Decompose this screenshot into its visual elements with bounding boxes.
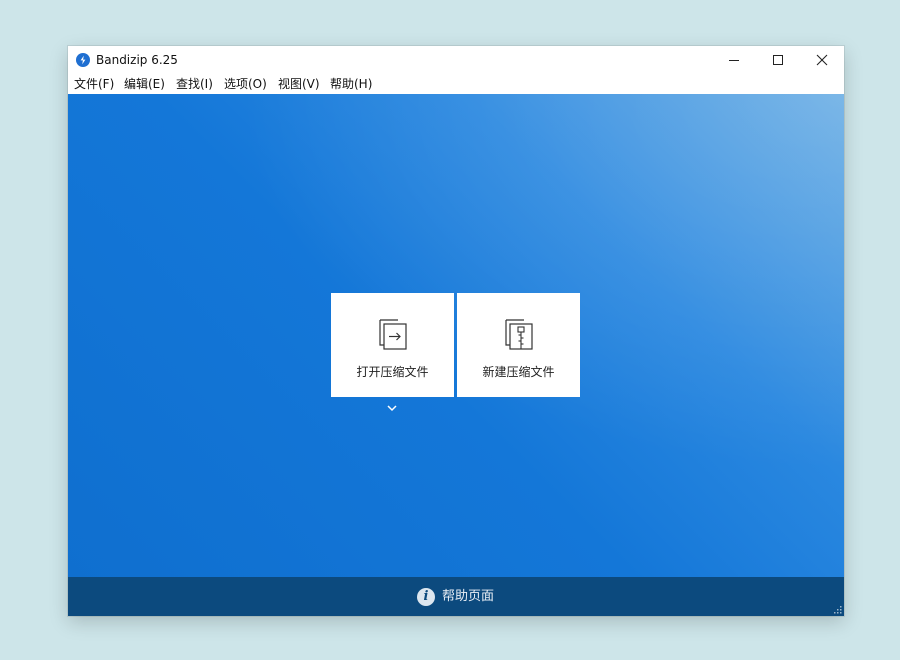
bandizip-window: Bandizip 6.25 文件(F) 编辑(E) 查找(I) 选项(O) 视图… xyxy=(68,46,844,616)
footer-bar: i 帮助页面 xyxy=(68,577,844,616)
menu-view[interactable]: 视图(V) xyxy=(278,76,320,92)
open-archive-icon xyxy=(379,319,407,350)
minimize-button[interactable] xyxy=(712,46,756,74)
main-area: 打开压缩文件 新建压缩文件 xyxy=(68,94,844,577)
open-archive-label: 打开压缩文件 xyxy=(356,365,429,379)
bandizip-app-icon xyxy=(76,53,90,67)
chevron-down-icon[interactable] xyxy=(386,404,398,412)
menu-edit[interactable]: 编辑(E) xyxy=(124,76,165,92)
close-button[interactable] xyxy=(800,46,844,74)
open-archive-button[interactable]: 打开压缩文件 xyxy=(331,293,454,397)
new-archive-label: 新建压缩文件 xyxy=(482,365,555,379)
title-bar[interactable]: Bandizip 6.25 xyxy=(68,46,844,74)
window-title: Bandizip 6.25 xyxy=(96,53,178,67)
menu-help[interactable]: 帮助(H) xyxy=(330,76,372,92)
help-page-link[interactable]: i 帮助页面 xyxy=(417,587,494,607)
info-icon: i xyxy=(417,588,435,606)
maximize-button[interactable] xyxy=(756,46,800,74)
menu-options[interactable]: 选项(O) xyxy=(224,76,267,92)
help-page-label: 帮助页面 xyxy=(442,589,495,604)
menu-file[interactable]: 文件(F) xyxy=(74,76,114,92)
minimize-icon xyxy=(729,60,739,61)
new-archive-button[interactable]: 新建压缩文件 xyxy=(457,293,580,397)
resize-grip-icon[interactable] xyxy=(832,604,842,614)
menu-find[interactable]: 查找(I) xyxy=(176,76,213,92)
close-icon xyxy=(816,54,828,66)
new-archive-icon xyxy=(505,319,533,350)
maximize-icon xyxy=(773,55,783,65)
menu-bar: 文件(F) 编辑(E) 查找(I) 选项(O) 视图(V) 帮助(H) xyxy=(68,74,844,94)
